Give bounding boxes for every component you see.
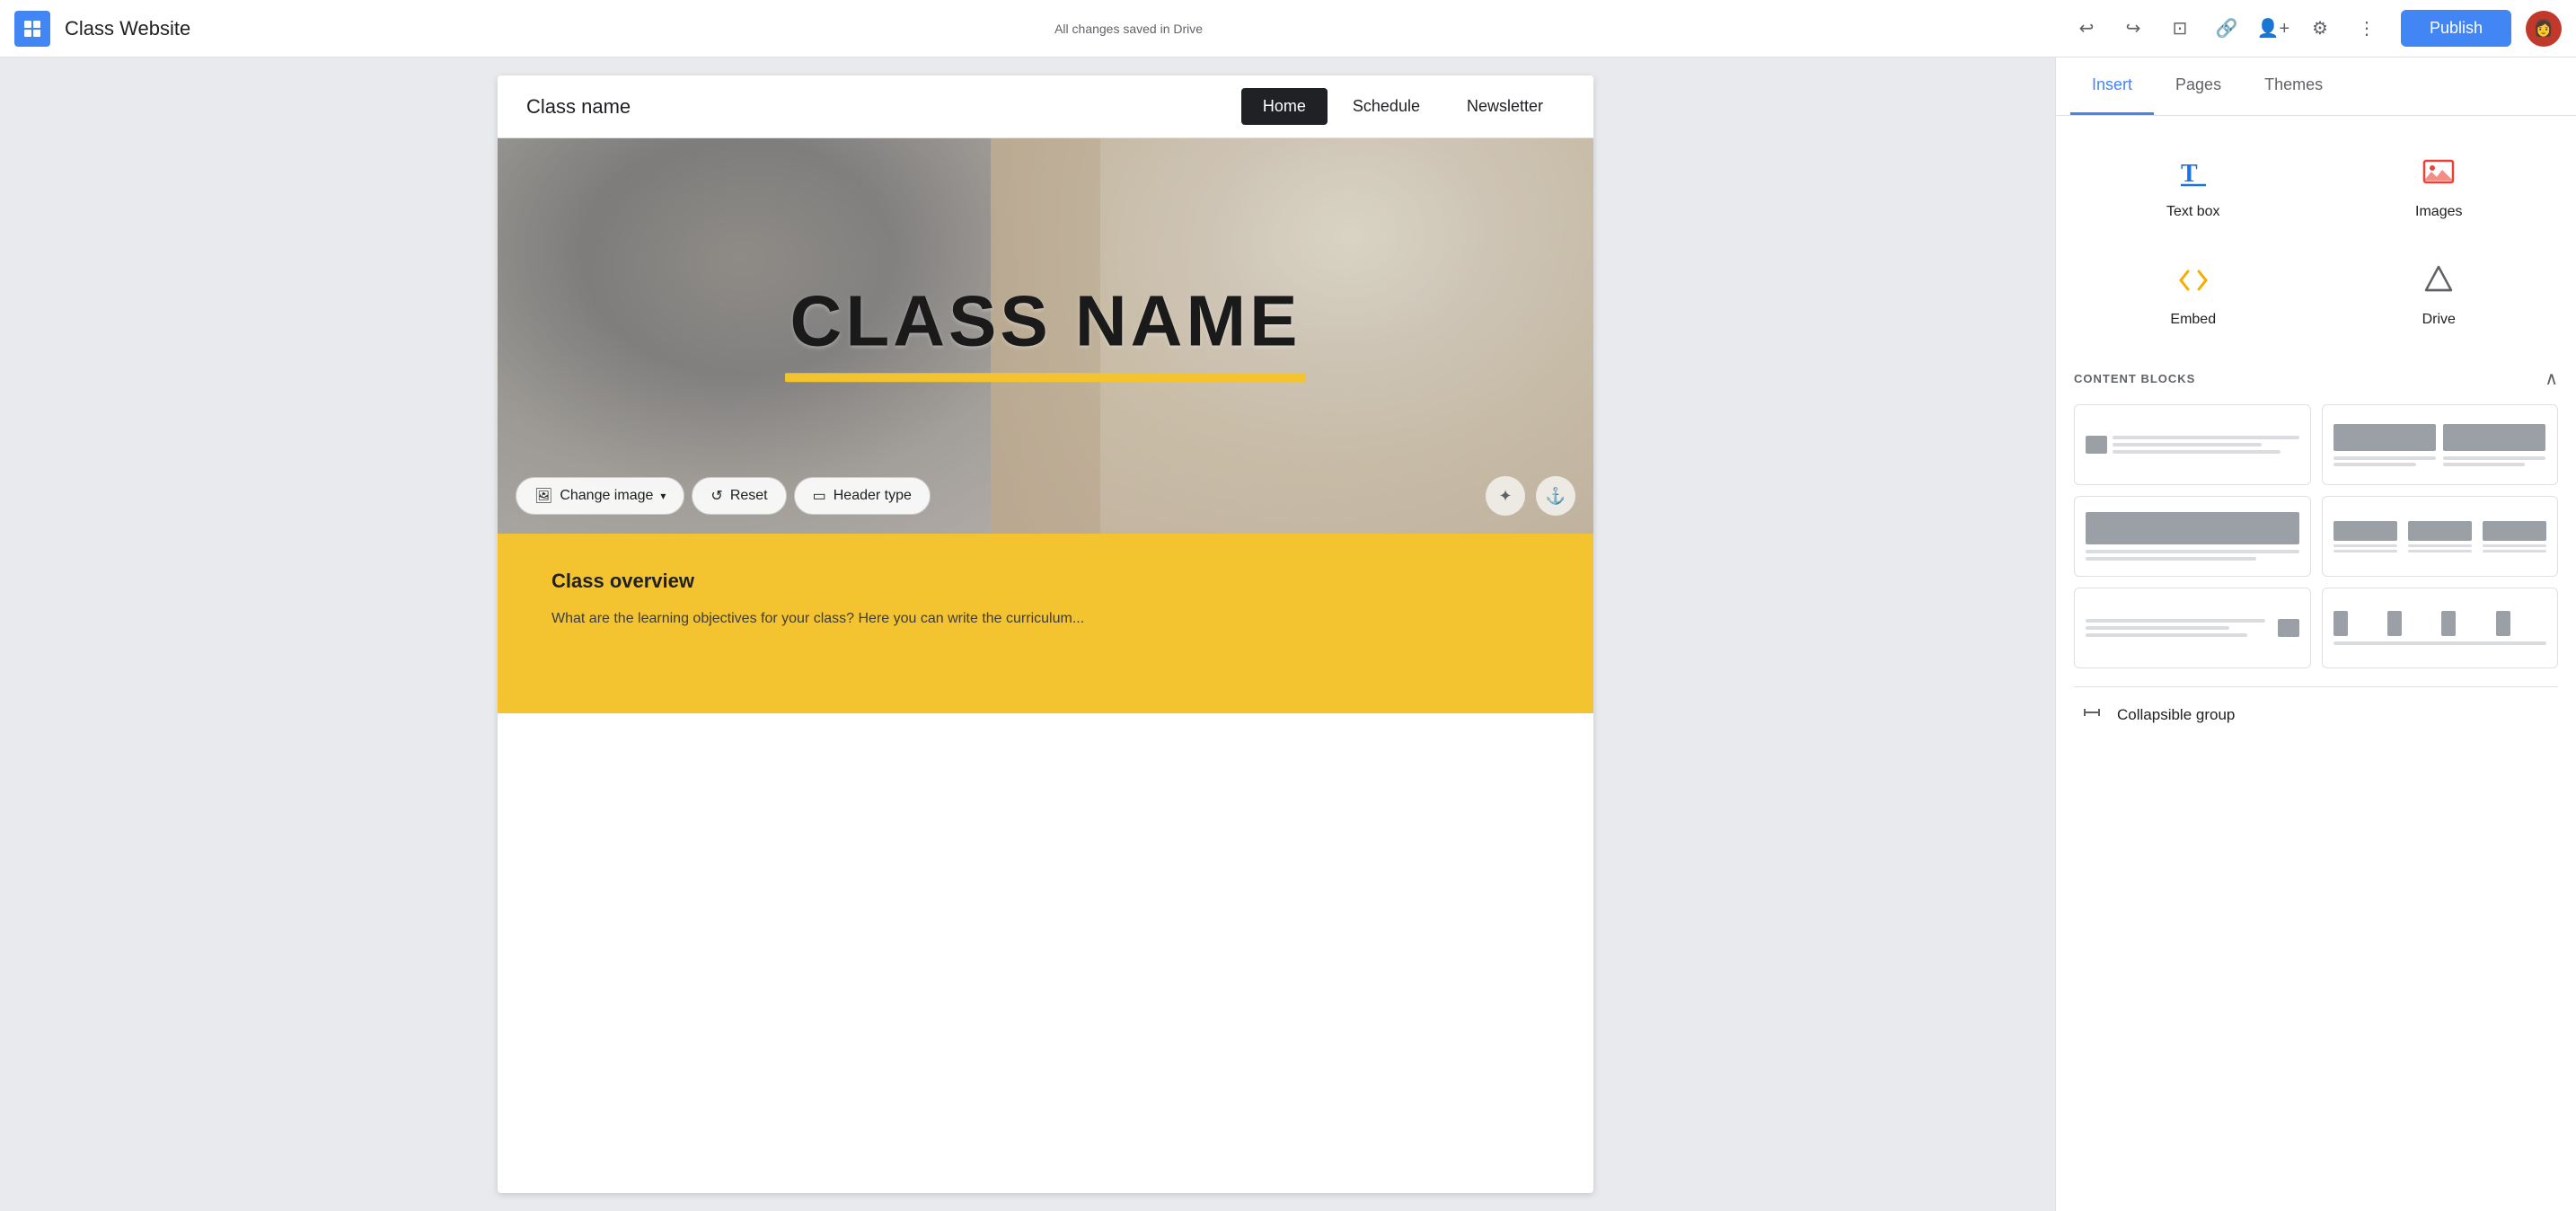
hero-ctrl-icons: ✦ ⚓: [1486, 476, 1575, 516]
embed-icon: [2177, 264, 2210, 303]
collapsible-group[interactable]: Collapsible group: [2074, 686, 2558, 743]
overview-title[interactable]: Class overview: [551, 570, 1539, 593]
insert-textbox[interactable]: T Text box: [2074, 137, 2313, 238]
insert-embed[interactable]: Embed: [2074, 245, 2313, 346]
page-title: Class Website: [65, 17, 190, 40]
page-wrapper: Class name Home Schedule Newsletter: [498, 75, 1593, 1193]
more-button[interactable]: ⋮: [2347, 9, 2386, 49]
block-item-4[interactable]: [2322, 496, 2559, 577]
canvas-area: Class name Home Schedule Newsletter: [0, 57, 2055, 1211]
publish-button[interactable]: Publish: [2401, 10, 2511, 47]
images-icon: [2422, 155, 2455, 195]
reset-icon: ↺: [710, 487, 722, 505]
tab-pages[interactable]: Pages: [2154, 57, 2243, 115]
yellow-section: Class overview What are the learning obj…: [498, 534, 1593, 713]
collapsible-icon: [2081, 702, 2103, 729]
undo-button[interactable]: ↩: [2067, 9, 2106, 49]
block-preview-4: [2333, 518, 2547, 555]
content-blocks-header: CONTENT BLOCKS ∧: [2074, 367, 2558, 390]
reset-button[interactable]: ↺ Reset: [692, 477, 786, 515]
header-icon: ▭: [813, 487, 826, 505]
svg-text:T: T: [2181, 160, 2198, 188]
sparkle-icon-button[interactable]: ✦: [1486, 476, 1525, 516]
settings-button[interactable]: ⚙: [2300, 9, 2340, 49]
overview-text[interactable]: What are the learning objectives for you…: [551, 607, 1539, 631]
blocks-grid: [2074, 404, 2558, 668]
main-layout: 🗑 Class name Home Schedule Newsletter: [0, 57, 2576, 1211]
right-panel: Insert Pages Themes T Text box: [2055, 57, 2576, 1211]
insert-drive[interactable]: Drive: [2320, 245, 2559, 346]
block-item-5[interactable]: [2074, 588, 2311, 668]
panel-tabs: Insert Pages Themes: [2056, 57, 2576, 116]
topbar: Class Website All changes saved in Drive…: [0, 0, 2576, 57]
tab-themes[interactable]: Themes: [2243, 57, 2344, 115]
chevron-down-icon: ▾: [660, 490, 666, 502]
hero-content: CLASS NAME: [785, 279, 1306, 382]
drive-icon: [2422, 263, 2455, 303]
textbox-icon: T: [2177, 156, 2210, 195]
block-item-6[interactable]: [2322, 588, 2559, 668]
embed-label: Embed: [2170, 312, 2216, 328]
site-nav: Home Schedule Newsletter: [1241, 88, 1565, 125]
save-status: All changes saved in Drive: [190, 22, 2067, 36]
block-preview-3: [2086, 512, 2299, 561]
insert-images[interactable]: Images: [2320, 137, 2559, 238]
nav-item-home[interactable]: Home: [1241, 88, 1328, 125]
image-icon: 🖼: [534, 487, 552, 505]
block-item-3[interactable]: [2074, 496, 2311, 577]
app-logo: [14, 11, 50, 47]
nav-item-schedule[interactable]: Schedule: [1331, 88, 1442, 125]
hero-underline: [785, 373, 1306, 382]
anchor-icon-button[interactable]: ⚓: [1536, 476, 1575, 516]
hero-controls: 🖼 Change image ▾ ↺ Reset ▭ Header type: [498, 476, 1593, 516]
block-preview-1: [2086, 433, 2299, 456]
avatar[interactable]: 👩: [2526, 11, 2562, 47]
topbar-actions: ↩ ↪ ⊡ 🔗 👤+ ⚙ ⋮ Publish 👩: [2067, 9, 2562, 49]
change-image-button[interactable]: 🖼 Change image ▾: [516, 477, 684, 515]
link-button[interactable]: 🔗: [2207, 9, 2246, 49]
site-header: Class name Home Schedule Newsletter: [498, 75, 1593, 138]
insert-grid: T Text box Images: [2074, 137, 2558, 346]
preview-button[interactable]: ⊡: [2160, 9, 2200, 49]
hero-title[interactable]: CLASS NAME: [785, 279, 1306, 362]
hero-btn-group: 🖼 Change image ▾ ↺ Reset ▭ Header type: [516, 477, 931, 515]
collapsible-label: Collapsible group: [2117, 706, 2235, 724]
block-item-1[interactable]: [2074, 404, 2311, 485]
nav-item-newsletter[interactable]: Newsletter: [1445, 88, 1565, 125]
images-label: Images: [2415, 204, 2462, 220]
block-preview-5: [2086, 616, 2299, 640]
block-preview-2: [2333, 421, 2547, 469]
hero-section: CLASS NAME 🖼 Change image ▾ ↺ Reset: [498, 138, 1593, 534]
block-preview-6: [2333, 611, 2547, 645]
drive-label: Drive: [2422, 312, 2456, 328]
site-name[interactable]: Class name: [526, 95, 1241, 119]
redo-button[interactable]: ↪: [2113, 9, 2153, 49]
content-blocks-chevron[interactable]: ∧: [2545, 367, 2558, 390]
tab-insert[interactable]: Insert: [2070, 57, 2154, 115]
header-type-button[interactable]: ▭ Header type: [794, 477, 931, 515]
share-button[interactable]: 👤+: [2254, 9, 2293, 49]
content-blocks-label: CONTENT BLOCKS: [2074, 372, 2195, 385]
block-item-2[interactable]: [2322, 404, 2559, 485]
textbox-label: Text box: [2166, 204, 2220, 220]
insert-panel: T Text box Images: [2056, 116, 2576, 1211]
